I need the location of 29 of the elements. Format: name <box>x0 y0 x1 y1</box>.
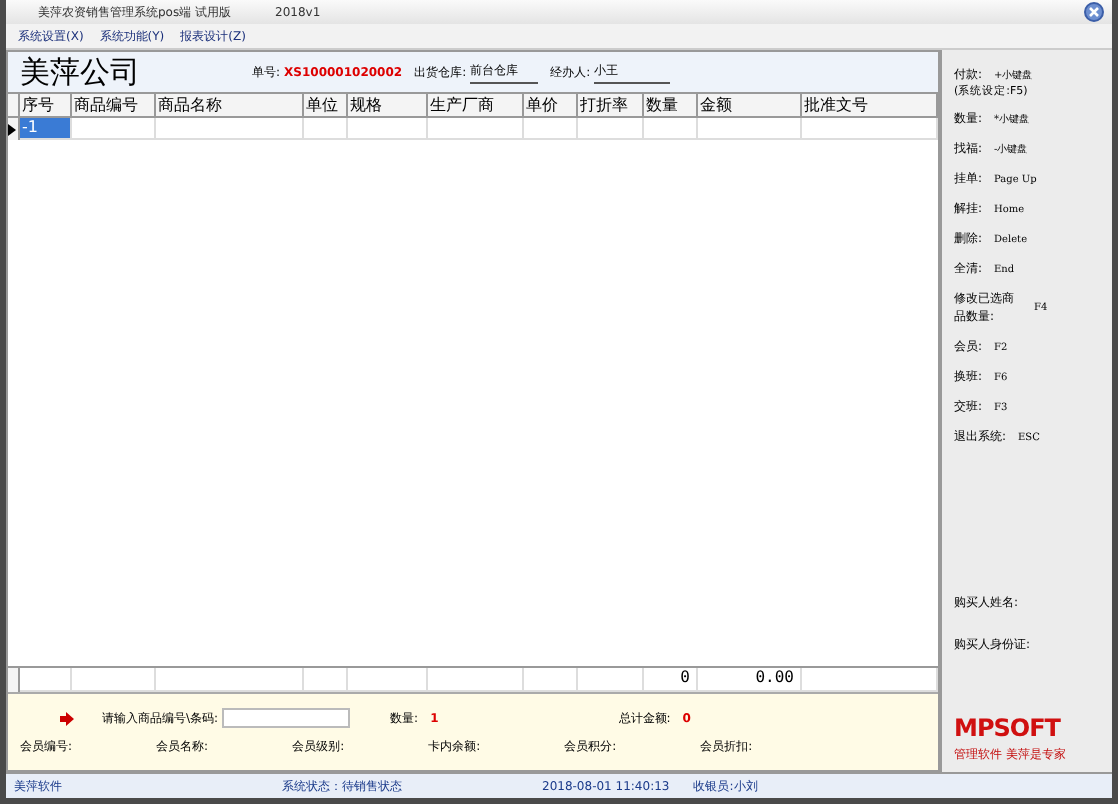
row-selector[interactable] <box>8 118 20 140</box>
column-header[interactable]: 单价 <box>524 94 578 116</box>
table-cell: -1 <box>20 118 72 140</box>
table-cell <box>802 118 938 140</box>
table-cell <box>72 118 156 140</box>
table-cell <box>348 118 428 140</box>
close-icon[interactable] <box>1084 2 1104 22</box>
company-name: 美萍公司 <box>20 53 142 91</box>
column-header[interactable]: 商品编号 <box>72 94 156 116</box>
column-header[interactable]: 批准文号 <box>802 94 938 116</box>
column-header[interactable]: 生产厂商 <box>428 94 524 116</box>
table-row[interactable]: -1 <box>8 118 938 140</box>
column-header[interactable]: 数量 <box>644 94 698 116</box>
barcode-input[interactable] <box>222 708 351 728</box>
table-cell <box>304 118 348 140</box>
column-header[interactable]: 规格 <box>348 94 428 116</box>
column-header[interactable]: 金额 <box>698 94 802 116</box>
table-cell <box>644 118 698 140</box>
row-pointer-icon <box>8 123 16 135</box>
brand-logo: MPSOFT <box>954 714 1063 742</box>
arrow-icon <box>60 711 74 725</box>
table-cell <box>578 118 644 140</box>
table-cell <box>428 118 524 140</box>
column-header[interactable]: 打折率 <box>578 94 644 116</box>
column-header[interactable]: 商品名称 <box>156 94 304 116</box>
column-header[interactable]: 单位 <box>304 94 348 116</box>
table-cell <box>524 118 578 140</box>
column-header[interactable]: 序号 <box>20 94 72 116</box>
table-cell <box>698 118 802 140</box>
